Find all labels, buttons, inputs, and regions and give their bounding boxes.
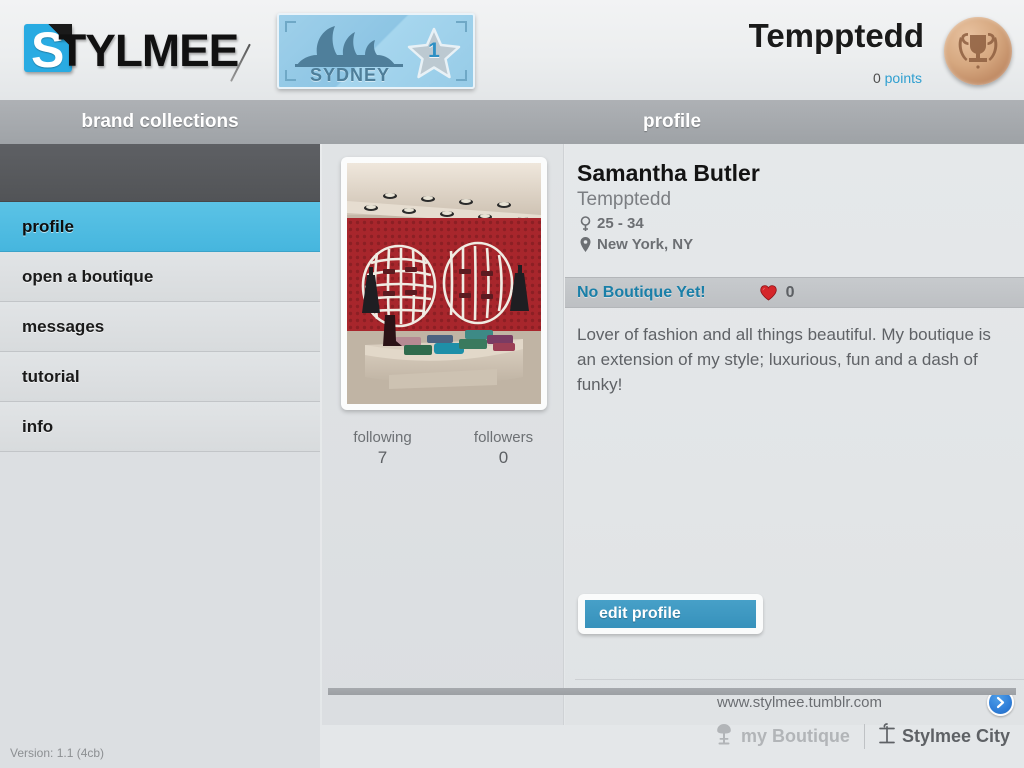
mannequin-icon: [714, 723, 734, 750]
boutique-status-bar: No Boutique Yet! 0: [565, 277, 1024, 308]
points-label: points: [884, 70, 922, 86]
location-value: New York, NY: [597, 236, 694, 253]
nav-stylmee-city[interactable]: Stylmee City: [879, 722, 1010, 750]
profile-real-name: Samantha Butler: [577, 160, 760, 186]
sidebar-item-info[interactable]: info: [0, 402, 320, 452]
follow-stats: following 7 followers 0: [322, 429, 564, 468]
female-venus-icon: [577, 215, 593, 232]
sidebar-dark-panel: [0, 144, 320, 202]
boutique-status-label[interactable]: No Boutique Yet!: [577, 284, 706, 302]
identity-block: Samantha Butler Tempptedd 25 - 34 New Yo…: [577, 160, 760, 253]
sidebar: brand collections profile open a boutiqu…: [0, 100, 320, 768]
edit-profile-frame: edit profile: [578, 594, 763, 634]
sidebar-header: brand collections: [0, 100, 320, 144]
age-range-value: 25 - 34: [597, 215, 644, 232]
sidebar-item-label: tutorial: [22, 366, 80, 386]
stat-label: following: [353, 429, 412, 446]
stat-followers[interactable]: followers 0: [443, 429, 564, 468]
sidebar-item-profile[interactable]: profile: [0, 202, 320, 252]
boutique-preview-image: [347, 163, 541, 404]
level-number: 1: [428, 39, 440, 62]
top-bar: TYLMEE SYDNEY 1 Tempptedd 0 points: [0, 0, 1024, 100]
points-value: 0: [872, 70, 881, 86]
stat-label: followers: [473, 429, 534, 446]
profile-photo-card[interactable]: [341, 157, 547, 410]
city-badge[interactable]: SYDNEY 1: [277, 13, 475, 89]
app-window: TYLMEE SYDNEY 1 Tempptedd 0 points: [0, 0, 1024, 768]
stat-value: 7: [377, 448, 388, 467]
age-row: 25 - 34: [577, 215, 760, 232]
logo-wordmark: TYLMEE: [58, 25, 239, 76]
points-readout: 0 points: [873, 70, 922, 86]
map-pin-icon: [577, 237, 593, 252]
sidebar-item-label: profile: [22, 216, 74, 236]
nav-my-boutique[interactable]: my Boutique: [714, 723, 850, 750]
stat-following[interactable]: following 7: [322, 429, 443, 468]
profile-left-panel: following 7 followers 0: [322, 144, 564, 725]
clothes-hanger-icon: [879, 722, 895, 750]
main-content: profile following 7 followers 0 Samantha…: [320, 100, 1024, 768]
stat-value: 0: [498, 448, 509, 467]
stylmee-logo[interactable]: TYLMEE: [18, 12, 268, 82]
main-header-title: profile: [320, 100, 1024, 144]
edit-profile-button[interactable]: edit profile: [585, 600, 756, 628]
sidebar-item-label: info: [22, 416, 54, 436]
section-divider: [328, 688, 1016, 695]
bottom-nav: my Boutique Stylmee City: [714, 716, 1010, 756]
trophy-icon: [958, 33, 998, 69]
nav-separator: [863, 723, 865, 749]
profile-right-panel: Samantha Butler Tempptedd 25 - 34 New Yo…: [565, 144, 1024, 725]
nav-label: Stylmee City: [901, 725, 1010, 746]
nav-label: my Boutique: [740, 725, 850, 746]
profile-handle: Tempptedd: [577, 189, 672, 210]
sidebar-item-label: open a boutique: [22, 266, 154, 286]
version-label: Version: 1.1 (4cb): [10, 746, 105, 760]
profile-bio: Lover of fashion and all things beautifu…: [577, 325, 991, 394]
sydney-opera-house-icon: [295, 26, 403, 67]
trophy-medal-icon[interactable]: [944, 17, 1012, 85]
account-username: Tempptedd: [748, 17, 924, 54]
sidebar-item-open-a-boutique[interactable]: open a boutique: [0, 252, 320, 302]
boutique-scene-illustration: [347, 163, 541, 404]
location-row: New York, NY: [577, 236, 760, 253]
city-name-label: SYDNEY: [309, 65, 391, 85]
sidebar-item-tutorial[interactable]: tutorial: [0, 352, 320, 402]
sidebar-menu: profile open a boutique messages tutoria…: [0, 202, 320, 452]
sidebar-item-label: messages: [22, 316, 105, 336]
likes-count: 0: [785, 283, 795, 301]
profile-url[interactable]: www.stylmee.tumblr.com: [717, 694, 882, 711]
heart-icon: [759, 284, 777, 301]
sidebar-item-messages[interactable]: messages: [0, 302, 320, 352]
